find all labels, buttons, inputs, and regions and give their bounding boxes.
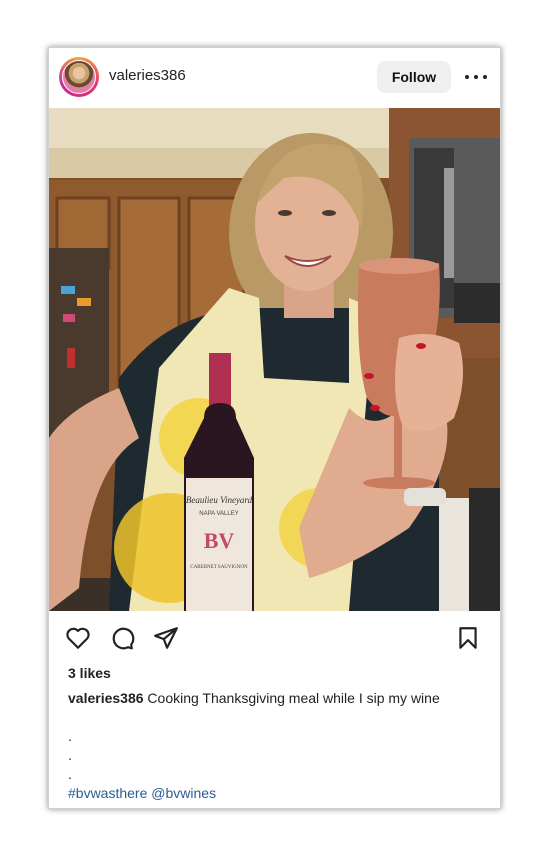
heart-icon[interactable]: [65, 625, 91, 651]
mention-link[interactable]: @bvwines: [151, 785, 216, 801]
caption-dot: .: [68, 728, 72, 744]
caption-text: Cooking Thanksgiving meal while I sip my…: [147, 690, 440, 706]
caption: valeries386 Cooking Thanksgiving meal wh…: [68, 689, 468, 707]
caption-dot: .: [68, 747, 72, 763]
username[interactable]: valeries386: [109, 67, 186, 84]
comment-icon[interactable]: [109, 625, 135, 651]
avatar-story-ring[interactable]: [59, 57, 99, 97]
caption-tags: #bvwasthere @bvwines: [68, 785, 216, 801]
send-icon[interactable]: [153, 625, 179, 651]
follow-button[interactable]: Follow: [377, 61, 451, 93]
photo-scene: Beaulieu Vineyard NAPA VALLEY BV CABERNE…: [49, 108, 500, 611]
label-region: NAPA VALLEY: [199, 511, 238, 517]
caption-dot: .: [68, 766, 72, 782]
post-photo[interactable]: Beaulieu Vineyard NAPA VALLEY BV CABERNE…: [49, 108, 500, 611]
label-script: Beaulieu Vineyard: [186, 495, 253, 505]
label-varietal: CABERNET SAUVIGNON: [190, 565, 248, 570]
bookmark-icon[interactable]: [455, 625, 481, 651]
action-bar: [49, 611, 500, 663]
avatar[interactable]: [62, 60, 96, 94]
post-card: valeries386 Follow Beaulieu Vineyard NAP…: [48, 47, 501, 809]
label-brand: BV: [204, 528, 235, 553]
post-header: valeries386 Follow: [49, 48, 500, 108]
caption-username[interactable]: valeries386: [68, 690, 144, 706]
more-dots-icon[interactable]: [464, 66, 488, 86]
hashtag-link[interactable]: #bvwasthere: [68, 785, 147, 801]
likes-count[interactable]: 3 likes: [68, 665, 111, 681]
